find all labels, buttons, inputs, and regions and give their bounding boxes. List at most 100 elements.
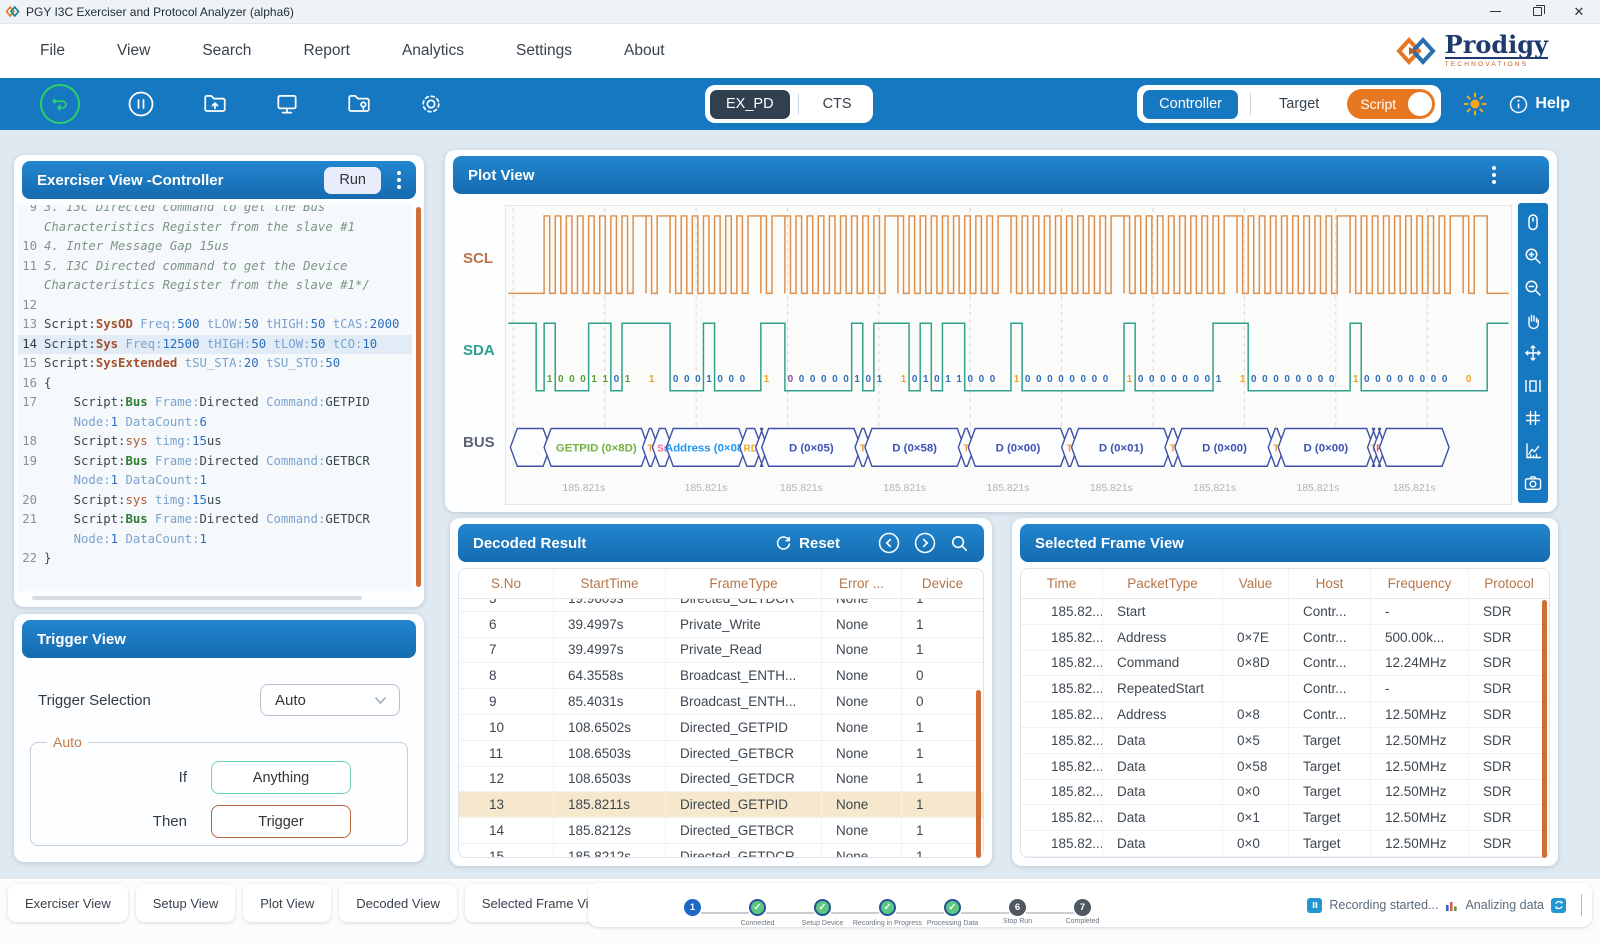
exerciser-menu-icon[interactable] <box>397 171 401 189</box>
curve-icon[interactable] <box>1523 441 1544 462</box>
table-row[interactable]: 185.82...StartContr...-SDR <box>1021 599 1549 625</box>
role-tab-target[interactable]: Target <box>1263 90 1335 119</box>
view-tab-setup-view[interactable]: Setup View <box>136 884 236 922</box>
bus-frames[interactable]: GETPID (0×8D)185.821sTSrAddress (0×08)18… <box>510 429 1449 495</box>
table-row[interactable]: 185.82...Data0×0Target12.50MHzSDR <box>1021 780 1549 806</box>
script-toggle[interactable]: Script <box>1347 89 1435 119</box>
column-header[interactable]: Protocol <box>1469 569 1549 598</box>
menu-view[interactable]: View <box>117 42 150 60</box>
svg-text:0: 0 <box>1171 374 1177 385</box>
trigger-selection-dropdown[interactable]: Auto <box>260 684 400 716</box>
run-button[interactable]: Run <box>324 167 381 194</box>
selected-frame-panel: Selected Frame View TimePacketTypeValueH… <box>1012 518 1558 866</box>
table-row[interactable]: 13185.8211sDirected_GETPIDNone1 <box>459 792 983 818</box>
reset-button[interactable]: Reset <box>775 535 840 552</box>
cell: 12.50MHz <box>1371 754 1469 779</box>
mouse-icon[interactable] <box>1523 213 1544 234</box>
menu-settings[interactable]: Settings <box>516 42 572 60</box>
menu-file[interactable]: File <box>40 42 65 60</box>
table-row[interactable]: 185.82...Command0×8DContr...12.24MHzSDR <box>1021 651 1549 677</box>
column-header[interactable]: Device <box>902 569 983 598</box>
table-row[interactable]: 185.82...RepeatedStartContr...-SDR <box>1021 676 1549 702</box>
move-icon[interactable] <box>1523 343 1544 364</box>
column-header[interactable]: Host <box>1289 569 1371 598</box>
editor-hscrollbar[interactable] <box>32 596 362 600</box>
table-row[interactable]: 639.4997sPrivate_WriteNone1 <box>459 612 983 638</box>
column-header[interactable]: FrameType <box>666 569 822 598</box>
table-row[interactable]: 185.82...Data0×5Target12.50MHzSDR <box>1021 728 1549 754</box>
mode-tab-ex_pd[interactable]: EX_PD <box>710 90 790 119</box>
svg-text:0: 0 <box>843 374 849 385</box>
exerciser-route-icon[interactable] <box>40 84 80 124</box>
table-row[interactable]: 12108.6503sDirected_GETDCRNone1 <box>459 767 983 793</box>
trigger-then-button[interactable]: Trigger <box>211 805 351 838</box>
table-row[interactable]: 739.4997sPrivate_ReadNone1 <box>459 638 983 664</box>
column-header[interactable]: Error ... <box>822 569 902 598</box>
table-row[interactable]: 11108.6503sDirected_GETBCRNone1 <box>459 741 983 767</box>
table-row[interactable]: 985.4031sBroadcast_ENTH...None0 <box>459 689 983 715</box>
decoded-scrollbar[interactable] <box>976 690 981 858</box>
folder-pin-icon[interactable] <box>346 91 372 117</box>
script-editor[interactable]: 93. I3C Directed command to get the BusC… <box>18 205 412 591</box>
search-icon[interactable] <box>950 534 969 553</box>
table-row[interactable]: 185.82...Address0×8Contr...12.50MHzSDR <box>1021 702 1549 728</box>
selected-scrollbar[interactable] <box>1542 600 1547 858</box>
mode-tab-cts[interactable]: CTS <box>807 90 868 119</box>
cell: 185.82... <box>1021 780 1103 805</box>
trigger-if-button[interactable]: Anything <box>211 761 351 794</box>
help-button[interactable]: Help <box>1509 95 1570 114</box>
editor-scrollbar[interactable] <box>416 207 421 587</box>
column-header[interactable]: PacketType <box>1103 569 1223 598</box>
next-frame-button[interactable] <box>914 532 936 554</box>
view-tab-exerciser-view[interactable]: Exerciser View <box>8 884 128 922</box>
menu-report[interactable]: Report <box>303 42 350 60</box>
table-row[interactable]: 864.3558sBroadcast_ENTH...None0 <box>459 663 983 689</box>
column-header[interactable]: S.No <box>459 569 554 598</box>
prev-frame-button[interactable] <box>878 532 900 554</box>
view-tab-plot-view[interactable]: Plot View <box>243 884 331 922</box>
minimize-button[interactable] <box>1474 0 1516 23</box>
column-header[interactable]: Value <box>1223 569 1289 598</box>
folder-upload-icon[interactable] <box>202 91 228 117</box>
menu-about[interactable]: About <box>624 42 665 60</box>
zoom-in-icon[interactable] <box>1523 246 1544 267</box>
waveform-plot[interactable]: 1000110110001000100000010110101100010000… <box>505 205 1512 505</box>
fit-width-icon[interactable] <box>1523 376 1544 397</box>
column-header[interactable]: Frequency <box>1371 569 1469 598</box>
table-row[interactable]: 15185.8212sDirected_GETDCRNone1 <box>459 844 983 857</box>
cell: 9 <box>459 689 554 714</box>
cell: Command <box>1103 651 1223 676</box>
table-row[interactable]: 185.82...Address0×7EContr...500.00k...SD… <box>1021 625 1549 651</box>
view-tab-decoded-view[interactable]: Decoded View <box>339 884 457 922</box>
monitor-icon[interactable] <box>274 91 300 117</box>
role-tab-controller[interactable]: Controller <box>1143 90 1238 119</box>
cell: Data <box>1103 805 1223 830</box>
timestamp-label: 185.821s <box>1193 483 1236 494</box>
close-button[interactable]: ✕ <box>1558 0 1600 23</box>
table-row[interactable]: 185.82...Data0×0Target12.50MHzSDR <box>1021 831 1549 857</box>
svg-text:0: 0 <box>1194 374 1200 385</box>
bus-frame[interactable] <box>1380 429 1450 467</box>
table-row[interactable]: 185.82...Data0×58Target12.50MHzSDR <box>1021 754 1549 780</box>
restore-button[interactable] <box>1516 0 1558 23</box>
plot-menu-icon[interactable] <box>1492 166 1496 184</box>
column-header[interactable]: StartTime <box>554 569 666 598</box>
theme-sun-icon[interactable] <box>1463 92 1487 116</box>
table-row[interactable]: 10108.6502sDirected_GETPIDNone1 <box>459 715 983 741</box>
grid-icon[interactable] <box>1523 408 1544 429</box>
zoom-out-icon[interactable] <box>1523 278 1544 299</box>
cell: Directed_GETPID <box>666 792 822 817</box>
menu-analytics[interactable]: Analytics <box>402 42 464 60</box>
column-header[interactable]: Time <box>1021 569 1103 598</box>
table-row[interactable]: 14185.8212sDirected_GETBCRNone1 <box>459 818 983 844</box>
table-row[interactable]: 519.9609sDirected_GETDCRNone1 <box>459 599 983 612</box>
settings-gear-icon[interactable] <box>418 91 444 117</box>
cell: 185.82... <box>1021 728 1103 753</box>
pan-hand-icon[interactable] <box>1523 311 1544 332</box>
svg-text:0: 0 <box>1273 374 1279 385</box>
pause-circle-icon[interactable] <box>126 89 156 119</box>
camera-icon[interactable] <box>1523 473 1544 494</box>
decoded-table: S.NoStartTimeFrameTypeError ...Device 51… <box>458 568 984 858</box>
table-row[interactable]: 185.82...Data0×1Target12.50MHzSDR <box>1021 805 1549 831</box>
menu-search[interactable]: Search <box>202 42 251 60</box>
